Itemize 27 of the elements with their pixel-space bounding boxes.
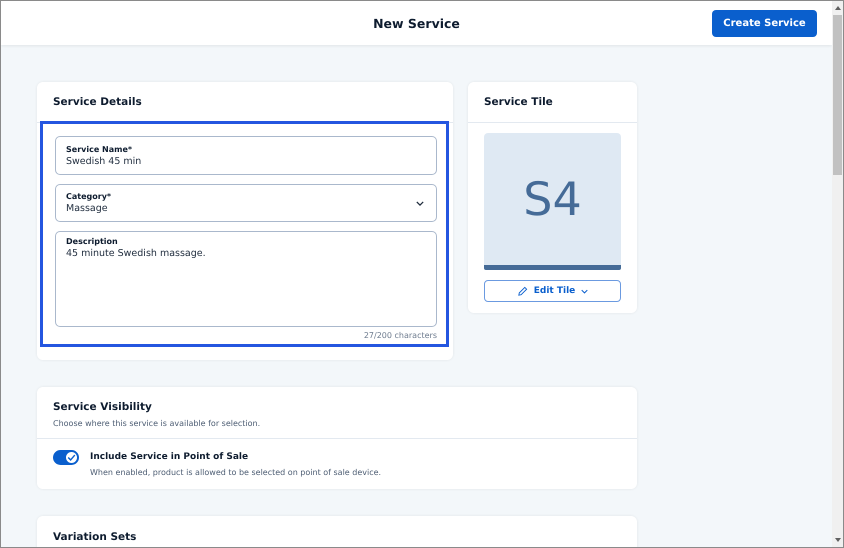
category-dropdown[interactable]: Category* Massage — [55, 184, 437, 222]
check-icon — [66, 452, 77, 463]
card-title: Service Visibility — [53, 401, 153, 413]
field-label: Service Name* — [66, 144, 134, 154]
character-count: 27/200 characters — [362, 331, 437, 340]
card-title: Service Details — [37, 82, 453, 123]
chevron-down-icon — [416, 200, 424, 206]
card-title: Service Tile — [468, 82, 637, 123]
scrollbar[interactable] — [832, 1, 843, 547]
card-title: Variation Sets — [53, 531, 138, 543]
pencil-icon — [516, 286, 528, 296]
create-service-button[interactable]: Create Service — [712, 10, 817, 37]
field-value: Swedish 45 min — [66, 156, 142, 166]
description-field[interactable]: Description 45 minute Swedish massage. — [55, 231, 437, 327]
field-value: 45 minute Swedish massage. — [66, 248, 207, 259]
card-subtitle: Choose where this service is available for selection. — [53, 419, 262, 428]
toggle-hint: When enabled, product is allowed to be selected on point of sale device. — [90, 468, 382, 477]
toggle-label: Include Service in Point of Sale — [90, 452, 250, 462]
input-field[interactable]: Service Name* Swedish 45 min — [55, 136, 437, 175]
field-label: Category* — [66, 192, 112, 201]
service-tile: S4 — [484, 133, 621, 270]
page-title: New Service — [373, 16, 460, 30]
toggle-switch[interactable] — [53, 450, 79, 465]
chevron-down-icon — [581, 288, 588, 294]
field-value: Massage — [66, 203, 109, 214]
edit-tile-button[interactable]: Edit Tile — [484, 280, 621, 302]
field-label: Description — [66, 237, 119, 246]
